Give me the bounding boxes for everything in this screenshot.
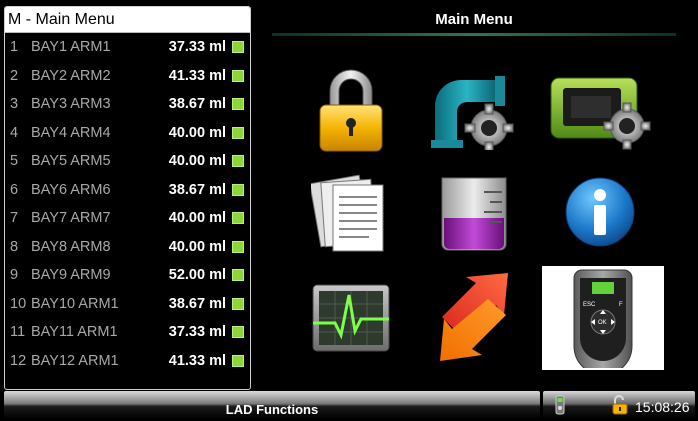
lad-functions-tile[interactable]: ESC F OK (542, 266, 664, 370)
bay-name: BAY1 ARM1 (31, 39, 111, 56)
bay-index: 10 (10, 295, 27, 312)
bay-name: BAY9 ARM9 (31, 267, 111, 284)
function-bar: LAD Functions (4, 391, 540, 419)
bay-index: 6 (10, 181, 19, 198)
bay-volume: 37.33 ml (168, 39, 226, 56)
padlock-icon (319, 69, 383, 152)
list-item[interactable]: 1 BAY1 ARM1 37.33 ml (5, 33, 250, 62)
bay-index: 4 (10, 124, 19, 141)
bay-volume: 40.00 ml (168, 238, 226, 255)
bay-volume: 40.00 ml (168, 210, 226, 227)
list-item[interactable]: 11 BAY11 ARM1 37.33 ml (5, 318, 250, 347)
list-item[interactable]: 7 BAY7 ARM7 40.00 ml (5, 204, 250, 233)
bay-volume: 40.00 ml (168, 153, 226, 170)
list-item[interactable]: 9 BAY9 ARM9 52.00 ml (5, 261, 250, 290)
documents-tile[interactable] (291, 160, 411, 264)
status-indicator (232, 126, 244, 139)
status-indicator (232, 326, 244, 339)
info-icon (565, 177, 635, 247)
monitor-graph-icon (312, 284, 390, 352)
status-indicator (232, 354, 244, 367)
bay-index: 2 (10, 67, 19, 84)
bay-index: 12 (10, 352, 27, 369)
bay-list-panel: M - Main Menu 1 BAY1 ARM1 37.33 ml 2 BAY2 AR… (4, 6, 251, 390)
bay-index: 5 (10, 153, 19, 170)
bay-index: 3 (10, 96, 19, 113)
list-item[interactable]: 10 BAY10 ARM1 38.67 ml (5, 290, 250, 319)
list-item[interactable]: 8 BAY8 ARM8 40.00 ml (5, 233, 250, 262)
monitor-tile[interactable] (291, 266, 411, 370)
bay-list: 1 BAY1 ARM1 37.33 ml 2 BAY2 ARM2 41.33 ml 3 BAY… (5, 33, 250, 375)
bay-volume: 38.67 ml (168, 96, 226, 113)
svg-text:F: F (619, 302, 623, 308)
bay-name: BAY12 ARM1 (31, 352, 119, 369)
main-menu-title: Main Menu (435, 11, 513, 28)
transfer-tile[interactable] (414, 266, 534, 370)
status-indicator (232, 183, 244, 196)
bay-index: 11 (10, 324, 26, 341)
status-indicator (232, 41, 244, 54)
device-settings-tile[interactable] (540, 58, 660, 162)
bay-volume: 37.33 ml (168, 324, 226, 341)
bay-index: 8 (10, 238, 19, 255)
bay-name: BAY7 ARM7 (31, 210, 111, 227)
status-indicator (232, 212, 244, 225)
transfer-arrows-icon (440, 273, 508, 361)
title-underline (272, 33, 676, 36)
bay-index: 9 (10, 267, 19, 284)
pipe-settings-tile[interactable] (414, 58, 534, 162)
status-indicator (232, 240, 244, 253)
device-settings-icon (550, 77, 651, 150)
bay-volume: 41.33 ml (168, 67, 226, 84)
bay-volume: 40.00 ml (168, 124, 226, 141)
list-item[interactable]: 12 BAY12 ARM1 41.33 ml (5, 347, 250, 376)
bay-volume: 38.67 ml (168, 181, 226, 198)
bay-name: BAY10 ARM1 (31, 295, 119, 312)
documents-icon (311, 174, 384, 252)
beaker-icon (441, 177, 507, 251)
handheld-remote-icon: ESC F OK (573, 269, 633, 368)
info-tile[interactable] (540, 160, 660, 264)
security-tile[interactable] (291, 58, 411, 162)
remote-signal-icon (555, 395, 565, 415)
bay-name: BAY6 ARM6 (31, 181, 111, 198)
pipe-settings-icon (431, 76, 514, 150)
svg-text:OK: OK (598, 320, 607, 326)
bay-name: BAY8 ARM8 (31, 238, 111, 255)
status-indicator (232, 155, 244, 168)
bay-name: BAY2 ARM2 (31, 67, 111, 84)
function-bar-label: LAD Functions (225, 402, 319, 417)
svg-text:ESC: ESC (583, 302, 596, 308)
bay-name: BAY11 ARM1 (31, 324, 118, 341)
panel-title: M - Main Menu (5, 7, 250, 33)
bay-volume: 38.67 ml (168, 295, 226, 312)
list-item[interactable]: 2 BAY2 ARM2 41.33 ml (5, 62, 250, 91)
status-indicator (232, 98, 244, 111)
bay-volume: 41.33 ml (168, 352, 226, 369)
bay-name: BAY3 ARM3 (31, 96, 111, 113)
status-indicator (232, 269, 244, 282)
list-item[interactable]: 6 BAY6 ARM6 38.67 ml (5, 176, 250, 205)
list-item[interactable]: 3 BAY3 ARM3 38.67 ml (5, 90, 250, 119)
unlocked-padlock-icon[interactable] (611, 395, 629, 415)
list-item[interactable]: 4 BAY4 ARM4 40.00 ml (5, 119, 250, 148)
measurement-tile[interactable] (414, 160, 534, 264)
list-item[interactable]: 5 BAY5 ARM5 40.00 ml (5, 147, 250, 176)
bay-name: BAY5 ARM5 (31, 153, 111, 170)
bay-volume: 52.00 ml (168, 267, 226, 284)
bay-index: 1 (10, 39, 19, 56)
bay-index: 7 (10, 210, 19, 227)
status-bar: 15:08:26 (543, 391, 695, 419)
status-indicator (232, 297, 244, 310)
clock: 15:08:26 (635, 399, 690, 415)
bay-name: BAY4 ARM4 (31, 124, 111, 141)
status-indicator (232, 69, 244, 82)
